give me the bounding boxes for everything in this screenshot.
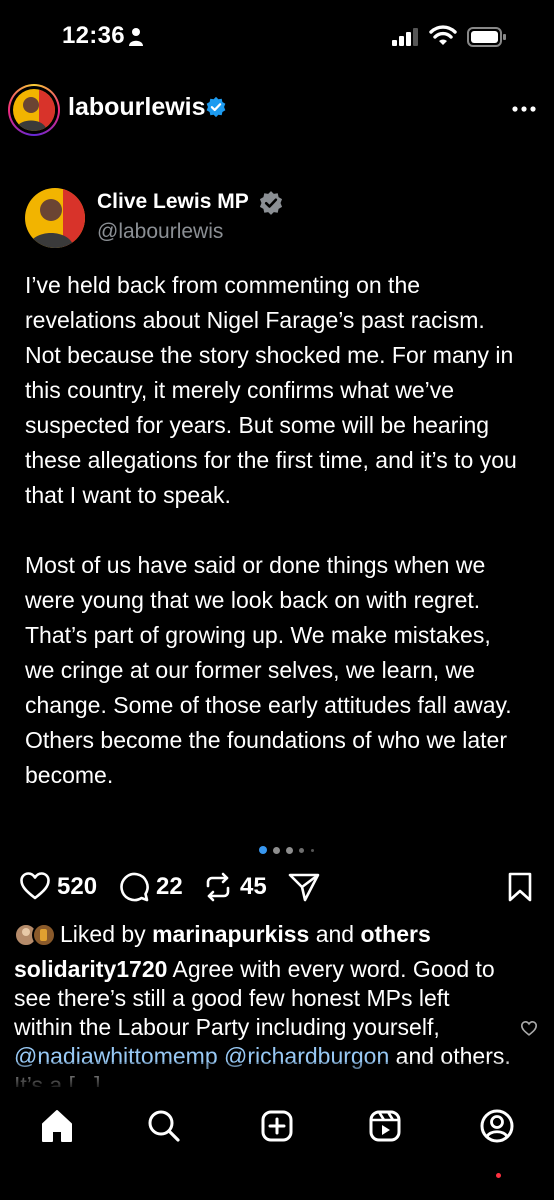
author-avatar[interactable]	[8, 84, 60, 136]
carousel-dot	[311, 849, 314, 852]
more-icon[interactable]	[512, 106, 536, 112]
grey-verified-icon	[259, 191, 283, 215]
profile-icon[interactable]	[477, 1106, 517, 1146]
verified-icon	[206, 96, 226, 118]
carousel-indicator	[0, 846, 554, 856]
status-time: 12:36	[62, 22, 125, 49]
post-image[interactable]: Clive Lewis MP @labourlewis I’ve held ba…	[0, 140, 554, 830]
post-header: labourlewis	[0, 80, 554, 138]
liked-by-text: Liked by marinapurkiss and others	[60, 921, 431, 948]
carousel-dot	[299, 848, 304, 853]
comment-icon[interactable]	[119, 872, 149, 902]
wifi-icon	[429, 25, 457, 45]
carousel-dot	[273, 847, 280, 854]
liked-by-others[interactable]: others	[360, 921, 430, 947]
tweet-paragraph: I’ve held back from commenting on the re…	[25, 272, 517, 508]
person-icon	[129, 28, 143, 46]
action-bar: 520 22 45	[0, 862, 554, 910]
notification-dot	[496, 1173, 501, 1178]
share-icon[interactable]	[288, 872, 320, 902]
bookmark-icon[interactable]	[508, 872, 532, 902]
screen: 12:36 labourlewis Clive Lewis MP @labour…	[0, 0, 554, 1200]
carousel-dot-active	[259, 846, 267, 854]
search-icon[interactable]	[144, 1106, 184, 1146]
comment-count[interactable]: 22	[156, 873, 183, 901]
heart-icon[interactable]	[20, 872, 50, 900]
tweet-avatar	[25, 188, 85, 248]
liked-by-and: and	[315, 921, 355, 947]
bottom-nav	[0, 1092, 554, 1200]
caption-fade	[0, 1062, 554, 1092]
like-count[interactable]: 520	[57, 873, 97, 901]
repost-count[interactable]: 45	[240, 873, 267, 901]
tweet-paragraph: Most of us have said or done things when…	[25, 552, 512, 788]
caption-username[interactable]: solidarity1720	[14, 956, 167, 982]
liked-by-user[interactable]: marinapurkiss	[152, 921, 309, 947]
comment-heart-icon[interactable]	[521, 1021, 537, 1036]
home-icon[interactable]	[37, 1106, 77, 1146]
reels-icon[interactable]	[365, 1106, 405, 1146]
liked-by-avatars	[14, 923, 56, 947]
create-icon[interactable]	[257, 1106, 297, 1146]
battery-icon	[467, 27, 506, 47]
liked-by-prefix: Liked by	[60, 921, 146, 947]
carousel-dot	[286, 847, 293, 854]
header-username[interactable]: labourlewis	[68, 93, 206, 122]
signal-icon	[392, 28, 418, 46]
status-bar: 12:36	[0, 0, 554, 70]
tweet-body: I’ve held back from commenting on the re…	[25, 268, 525, 828]
tweet-display-name: Clive Lewis MP	[97, 190, 249, 213]
tweet-handle: @labourlewis	[97, 220, 224, 243]
repost-icon[interactable]	[203, 872, 233, 902]
